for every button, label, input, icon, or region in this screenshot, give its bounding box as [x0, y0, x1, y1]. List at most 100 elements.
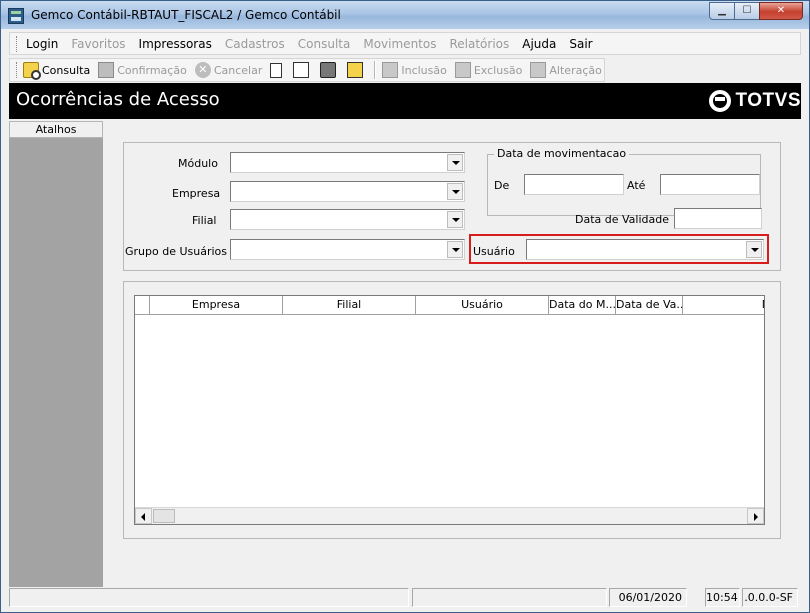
grupo-usuarios-select[interactable]: [230, 239, 465, 260]
usuario-highlight: [469, 234, 769, 264]
row-indicator-header: [135, 296, 150, 315]
alteracao-label: Alteração: [549, 63, 602, 77]
app-window: Gemco Contábil-RBTAUT_FISCAL2 / Gemco Co…: [0, 0, 810, 613]
totvs-logo-text: TOTVS: [735, 90, 801, 111]
totvs-logo-icon: [708, 90, 731, 112]
document-icon: [270, 62, 283, 78]
results-grid[interactable]: Empresa Filial Usuário Data do M... Data…: [134, 295, 765, 525]
menu-bar: Login Favoritos Impressoras Cadastros Co…: [9, 32, 801, 55]
status-cell-2: [412, 588, 607, 607]
main-content: Módulo Empresa Filial Grupo de Usuários …: [104, 121, 801, 587]
confirmacao-button[interactable]: Confirmação: [98, 60, 187, 80]
maximize-button[interactable]: ☐: [734, 2, 760, 20]
results-panel: Empresa Filial Usuário Data do M... Data…: [123, 281, 781, 539]
find-icon: [347, 62, 364, 78]
column-header-filial[interactable]: Filial: [283, 296, 416, 315]
inclusao-button[interactable]: Inclusão: [382, 60, 447, 80]
column-header-usuario[interactable]: Usuário: [416, 296, 549, 315]
scroll-thumb[interactable]: [153, 509, 175, 523]
minimize-button[interactable]: ▁: [709, 2, 735, 20]
menu-ajuda[interactable]: Ajuda: [522, 37, 556, 51]
column-header-data-mov[interactable]: Data do M...: [549, 296, 616, 315]
menu-impressoras[interactable]: Impressoras: [139, 37, 212, 51]
page-header: Ocorrências de Acesso TOTVS: [9, 83, 801, 119]
tab-atalhos[interactable]: Atalhos: [9, 121, 103, 138]
menu-favoritos[interactable]: Favoritos: [71, 37, 125, 51]
scroll-left-icon[interactable]: [135, 508, 152, 524]
search-icon: [23, 62, 41, 80]
window-controls: ▁ ☐ ✕: [709, 2, 803, 20]
chevron-down-icon[interactable]: [447, 241, 463, 258]
column-header-data-validade[interactable]: Data de Va...: [616, 296, 683, 315]
printer-icon: [320, 62, 337, 78]
menu-sair[interactable]: Sair: [569, 37, 592, 51]
data-validade-input[interactable]: [674, 208, 762, 229]
app-icon: [8, 8, 24, 24]
de-date-input[interactable]: [524, 174, 624, 195]
menu-relatorios[interactable]: Relatórios: [449, 37, 509, 51]
cancel-icon: ✕: [194, 62, 211, 78]
status-cell-1: [9, 588, 409, 607]
horizontal-scrollbar[interactable]: [135, 507, 764, 524]
menu-movimentos[interactable]: Movimentos: [363, 37, 436, 51]
new-document-button[interactable]: [270, 60, 285, 80]
exclusao-label: Exclusão: [473, 63, 523, 77]
ate-label: Até: [627, 179, 646, 192]
edit-icon: [530, 62, 547, 78]
confirmacao-label: Confirmação: [117, 63, 187, 77]
toolbar-separator: [374, 61, 377, 79]
chevron-down-icon[interactable]: [447, 183, 463, 200]
page-title: Ocorrências de Acesso: [16, 89, 220, 110]
modulo-select[interactable]: [230, 152, 465, 173]
menu-grip[interactable]: [16, 35, 19, 52]
filial-label: Filial: [192, 214, 217, 227]
menu-consulta[interactable]: Consulta: [298, 37, 351, 51]
print-button[interactable]: [320, 60, 339, 80]
maximize-icon: ☐: [742, 5, 752, 16]
save-icon: [98, 62, 115, 78]
consulta-label: Consulta: [42, 63, 91, 77]
status-time: 10:54: [705, 588, 740, 607]
toolbar: Consulta Confirmação ✕ Cancelar Inclusão: [9, 58, 605, 82]
close-button[interactable]: ✕: [759, 2, 803, 20]
menu-cadastros[interactable]: Cadastros: [225, 37, 285, 51]
minimize-icon: ▁: [718, 5, 726, 16]
title-bar[interactable]: Gemco Contábil-RBTAUT_FISCAL2 / Gemco Co…: [1, 1, 809, 29]
sidebar: Atalhos: [9, 121, 103, 587]
add-icon: [382, 62, 399, 78]
chevron-down-icon[interactable]: [447, 154, 463, 171]
alteracao-button[interactable]: Alteração: [530, 60, 602, 80]
filial-select[interactable]: [230, 209, 465, 230]
data-validade-label: Data de Validade: [575, 213, 670, 226]
scroll-right-icon[interactable]: [747, 508, 764, 524]
find-button[interactable]: [347, 60, 366, 80]
cancelar-button[interactable]: ✕ Cancelar: [194, 60, 263, 80]
inclusao-label: Inclusão: [401, 63, 447, 77]
column-header-empresa[interactable]: Empresa: [150, 296, 283, 315]
delete-icon: [454, 62, 471, 78]
export-icon: [293, 62, 310, 78]
status-version: .0.0.0-SF: [742, 588, 798, 607]
cancelar-label: Cancelar: [213, 63, 263, 77]
chevron-down-icon[interactable]: [447, 211, 463, 228]
de-label: De: [494, 179, 510, 192]
totvs-logo: TOTVS: [708, 90, 802, 112]
ate-date-input[interactable]: [660, 174, 760, 195]
column-header-modulo[interactable]: Mó: [683, 296, 764, 315]
export-button[interactable]: [293, 60, 312, 80]
exclusao-button[interactable]: Exclusão: [454, 60, 523, 80]
status-bar: 06/01/2020 10:54 .0.0.0-SF: [9, 588, 801, 608]
close-icon: ✕: [776, 5, 786, 16]
modulo-label: Módulo: [178, 157, 218, 170]
grid-header: Empresa Filial Usuário Data do M... Data…: [135, 296, 764, 315]
consulta-button[interactable]: Consulta: [23, 60, 90, 80]
menu-login[interactable]: Login: [26, 37, 58, 51]
status-date: 06/01/2020: [609, 588, 687, 607]
window-title: Gemco Contábil-RBTAUT_FISCAL2 / Gemco Co…: [31, 8, 341, 22]
empresa-label: Empresa: [172, 187, 221, 200]
grupo-usuarios-label: Grupo de Usuários: [125, 245, 228, 258]
toolbar-grip[interactable]: [16, 62, 17, 78]
data-movimentacao-title: Data de movimentacao: [494, 147, 630, 160]
data-movimentacao-group: Data de movimentacao De Até: [487, 147, 761, 216]
empresa-select[interactable]: [230, 181, 465, 202]
